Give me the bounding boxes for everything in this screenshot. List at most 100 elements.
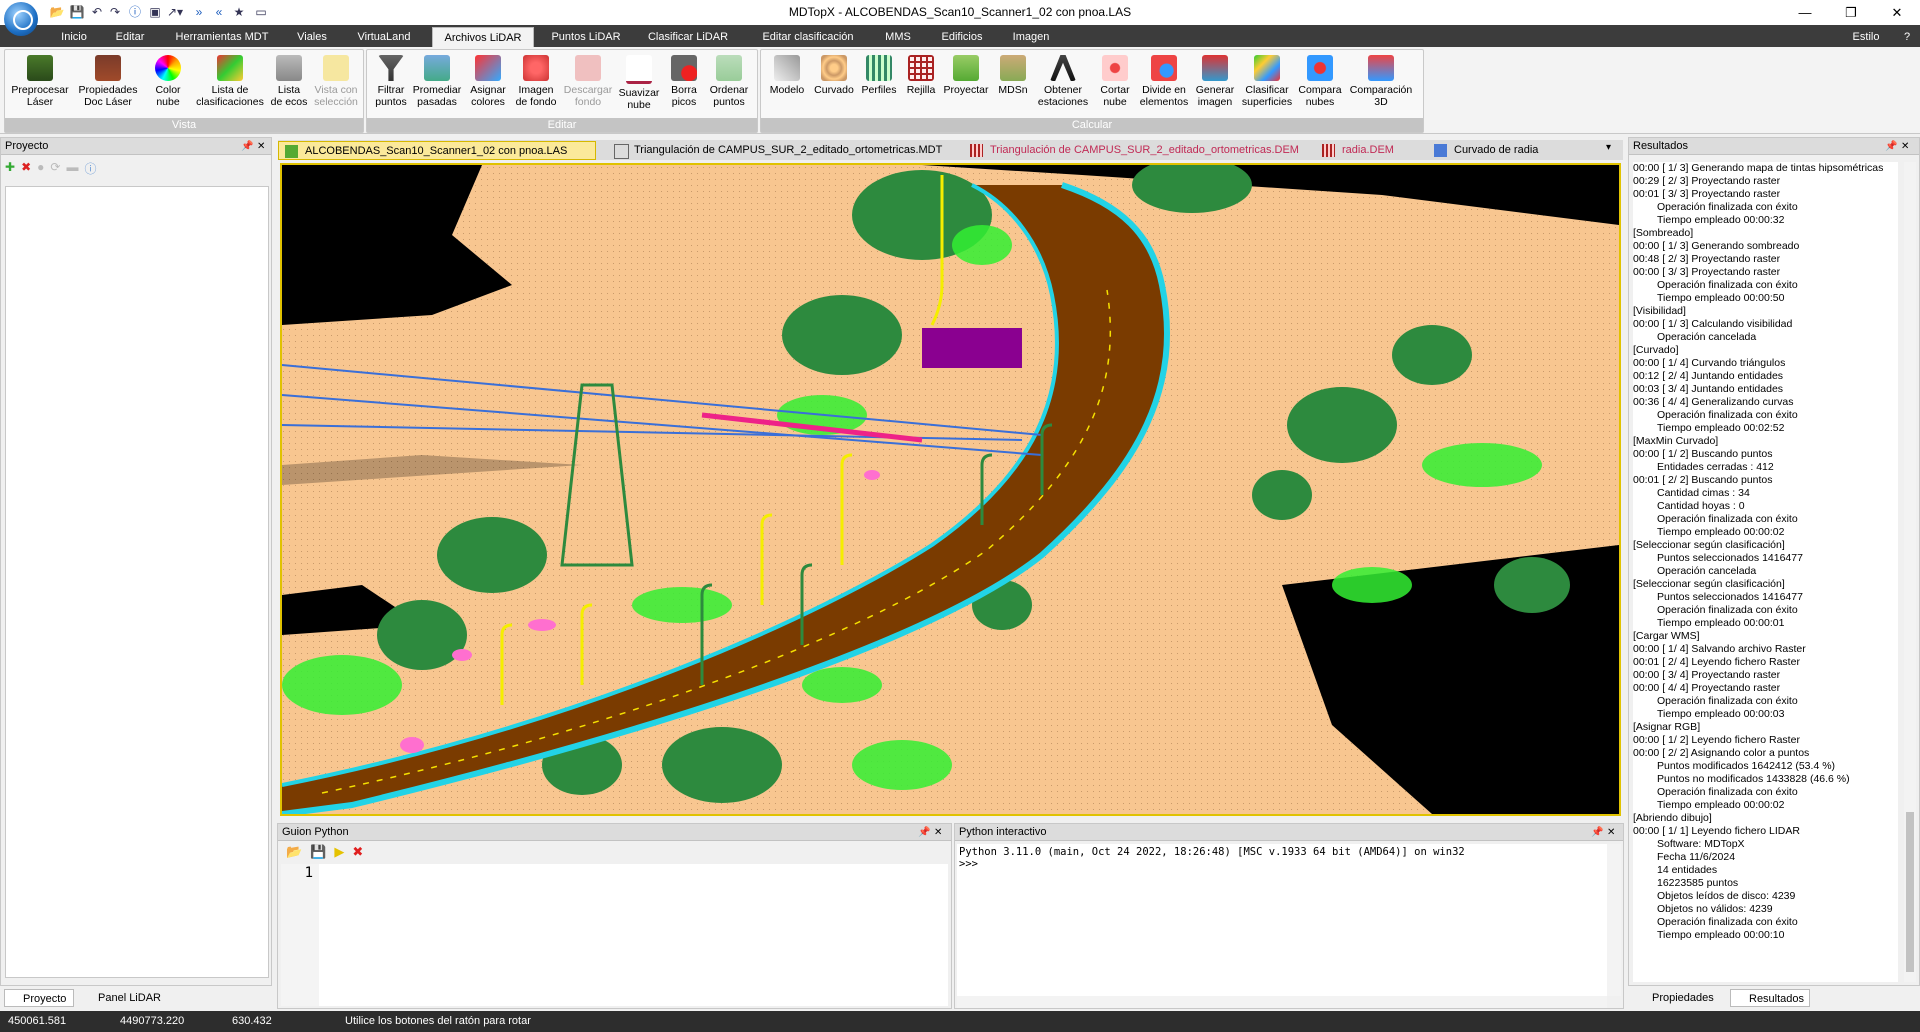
- info-icon[interactable]: ⓘ: [126, 3, 144, 20]
- lista-clasificaciones-button[interactable]: Lista de clasificaciones: [189, 53, 271, 117]
- app-logo-icon[interactable]: [4, 2, 38, 36]
- vista-seleccion-button[interactable]: Vista con selección: [311, 53, 361, 117]
- curvado-button[interactable]: Curvado: [811, 53, 857, 117]
- doc-tab-radia[interactable]: radia.DEM: [1316, 141, 1422, 160]
- tab-editar[interactable]: Editar: [106, 27, 154, 47]
- delete-icon[interactable]: ✖: [21, 160, 31, 176]
- suavizar-nube-button[interactable]: Suavizar nube: [615, 53, 663, 117]
- results-scrollbar[interactable]: [1904, 162, 1916, 982]
- arrow-dropdown-icon[interactable]: ↗▾: [166, 3, 184, 20]
- doc-tab-curvado[interactable]: Curvado de radia: [1428, 141, 1544, 160]
- divide-elements-icon: [1151, 55, 1177, 81]
- close-panel-icon[interactable]: ✕: [257, 138, 265, 155]
- tab-virtualand[interactable]: VirtuaLand: [348, 27, 420, 47]
- point-cloud-viewport[interactable]: [280, 163, 1621, 816]
- tab-resultados[interactable]: Resultados: [1730, 989, 1810, 1007]
- tab-editar-clasificacion[interactable]: Editar clasificación: [752, 27, 864, 47]
- maximize-button[interactable]: ❐: [1828, 0, 1874, 25]
- project-tree[interactable]: [5, 186, 269, 978]
- window-title: MDTopX - ALCOBENDAS_Scan10_Scanner1_02 c…: [788, 5, 1132, 19]
- note-icon[interactable]: ▭: [252, 3, 270, 20]
- tab-edificios[interactable]: Edificios: [932, 27, 992, 47]
- compare-3d-icon: [1368, 55, 1394, 81]
- result-line: 00:36 [ 4/ 4] Generalizando curvas: [1633, 396, 1794, 408]
- add-icon[interactable]: ✚: [5, 160, 15, 176]
- tab-propiedades[interactable]: Propiedades: [1634, 989, 1726, 1007]
- folder-icon[interactable]: ▬: [66, 160, 78, 176]
- open-script-icon[interactable]: 📂: [286, 844, 302, 860]
- perfiles-button[interactable]: Perfiles: [857, 53, 901, 117]
- doc-tab-mdt[interactable]: Triangulación de CAMPUS_SUR_2_editado_or…: [608, 141, 954, 160]
- script-editor[interactable]: 1: [281, 864, 948, 1006]
- imagen-fondo-button[interactable]: Imagen de fondo: [511, 53, 561, 117]
- close-panel-icon[interactable]: ✕: [1607, 824, 1615, 841]
- tab-imagen[interactable]: Imagen: [1006, 27, 1056, 47]
- propiedades-doc-laser-button[interactable]: Propiedades Doc Láser: [75, 53, 141, 117]
- tab-puntos-lidar[interactable]: Puntos LiDAR: [546, 27, 626, 47]
- comparacion-3d-button[interactable]: Comparación 3D: [1345, 53, 1417, 117]
- project-toolbar: ✚ ✖ ● ⟳ ▬ ⓘ: [5, 160, 96, 176]
- promediar-pasadas-button[interactable]: Promediar pasadas: [409, 53, 465, 117]
- bulb-icon[interactable]: ●: [37, 160, 44, 176]
- info-small-icon[interactable]: ⓘ: [84, 160, 96, 176]
- tab-mms[interactable]: MMS: [878, 27, 918, 47]
- save-script-icon[interactable]: 💾: [310, 844, 326, 860]
- python-console[interactable]: Python 3.11.0 (main, Oct 24 2022, 18:26:…: [957, 844, 1607, 996]
- style-menu[interactable]: Estilo: [1836, 27, 1896, 47]
- modelo-button[interactable]: Modelo: [765, 53, 809, 117]
- help-icon[interactable]: ?: [1898, 27, 1916, 47]
- tab-herramientas-mdt[interactable]: Herramientas MDT: [166, 27, 278, 47]
- tab-proyecto-bottom[interactable]: Proyecto: [4, 989, 74, 1007]
- generar-imagen-button[interactable]: Generar imagen: [1191, 53, 1239, 117]
- tab-inicio[interactable]: Inicio: [52, 27, 96, 47]
- descargar-fondo-button[interactable]: Descargar fondo: [561, 53, 615, 117]
- cortar-nube-button[interactable]: Cortar nube: [1093, 53, 1137, 117]
- color-nube-button[interactable]: Color nube: [145, 53, 191, 117]
- double-left-icon[interactable]: «: [210, 3, 228, 20]
- preprocesar-laser-button[interactable]: Preprocesar Láser: [9, 53, 71, 117]
- pin-icon[interactable]: 📌: [241, 138, 253, 155]
- run-icon[interactable]: ▶: [334, 844, 344, 860]
- pin-icon[interactable]: 📌: [918, 824, 930, 841]
- pin-icon[interactable]: 📌: [1591, 824, 1603, 841]
- tab-panel-lidar[interactable]: Panel LiDAR: [80, 989, 170, 1007]
- mdsn-button[interactable]: MDSn: [993, 53, 1033, 117]
- open-icon[interactable]: 📂: [48, 3, 66, 20]
- result-line: Tiempo empleado 00:00:32: [1657, 214, 1785, 226]
- filtrar-puntos-button[interactable]: Filtrar puntos: [369, 53, 413, 117]
- tab-clasificar-lidar[interactable]: Clasificar LiDAR: [640, 27, 736, 47]
- double-right-icon[interactable]: »: [190, 3, 208, 20]
- doc-tab-dem[interactable]: Triangulación de CAMPUS_SUR_2_editado_or…: [964, 141, 1306, 160]
- tabs-dropdown-icon[interactable]: ▾: [1606, 142, 1611, 153]
- compara-nubes-button[interactable]: Compara nubes: [1295, 53, 1345, 117]
- pin-icon[interactable]: 📌: [1885, 138, 1897, 155]
- echo-list-icon: [276, 55, 302, 81]
- scroll-thumb[interactable]: [1906, 812, 1914, 972]
- redo-icon[interactable]: ↷: [106, 3, 124, 20]
- divide-elementos-button[interactable]: Divide en elementos: [1137, 53, 1191, 117]
- results-log[interactable]: 00:00 [ 1/ 3] Generando mapa de tintas h…: [1633, 162, 1898, 982]
- doc-tab-las[interactable]: ALCOBENDAS_Scan10_Scanner1_02 con pnoa.L…: [278, 141, 596, 160]
- borra-picos-button[interactable]: Borra picos: [663, 53, 705, 117]
- console-hscrollbar[interactable]: [957, 996, 1607, 1008]
- close-panel-icon[interactable]: ✕: [1901, 138, 1909, 155]
- box-icon[interactable]: ▣: [146, 3, 164, 20]
- lista-ecos-button[interactable]: Lista de ecos: [267, 53, 311, 117]
- close-panel-icon[interactable]: ✕: [934, 824, 942, 841]
- clasificar-superficies-button[interactable]: Clasificar superficies: [1239, 53, 1295, 117]
- star-icon[interactable]: ★: [230, 3, 248, 20]
- tab-archivos-lidar[interactable]: Archivos LiDAR: [432, 27, 534, 48]
- refresh-icon[interactable]: ⟳: [50, 160, 60, 176]
- proyectar-button[interactable]: Proyectar: [939, 53, 993, 117]
- save-icon[interactable]: 💾: [68, 3, 86, 20]
- console-vscrollbar[interactable]: [1607, 844, 1621, 996]
- minimize-button[interactable]: —: [1782, 0, 1828, 25]
- tab-viales[interactable]: Viales: [290, 27, 334, 47]
- stop-icon[interactable]: ✖: [352, 844, 363, 860]
- undo-icon[interactable]: ↶: [88, 3, 106, 20]
- obtener-estaciones-button[interactable]: Obtener estaciones: [1033, 53, 1093, 117]
- ordenar-puntos-button[interactable]: Ordenar puntos: [705, 53, 753, 117]
- close-button[interactable]: ✕: [1874, 0, 1920, 25]
- rejilla-button[interactable]: Rejilla: [901, 53, 941, 117]
- asignar-colores-button[interactable]: Asignar colores: [465, 53, 511, 117]
